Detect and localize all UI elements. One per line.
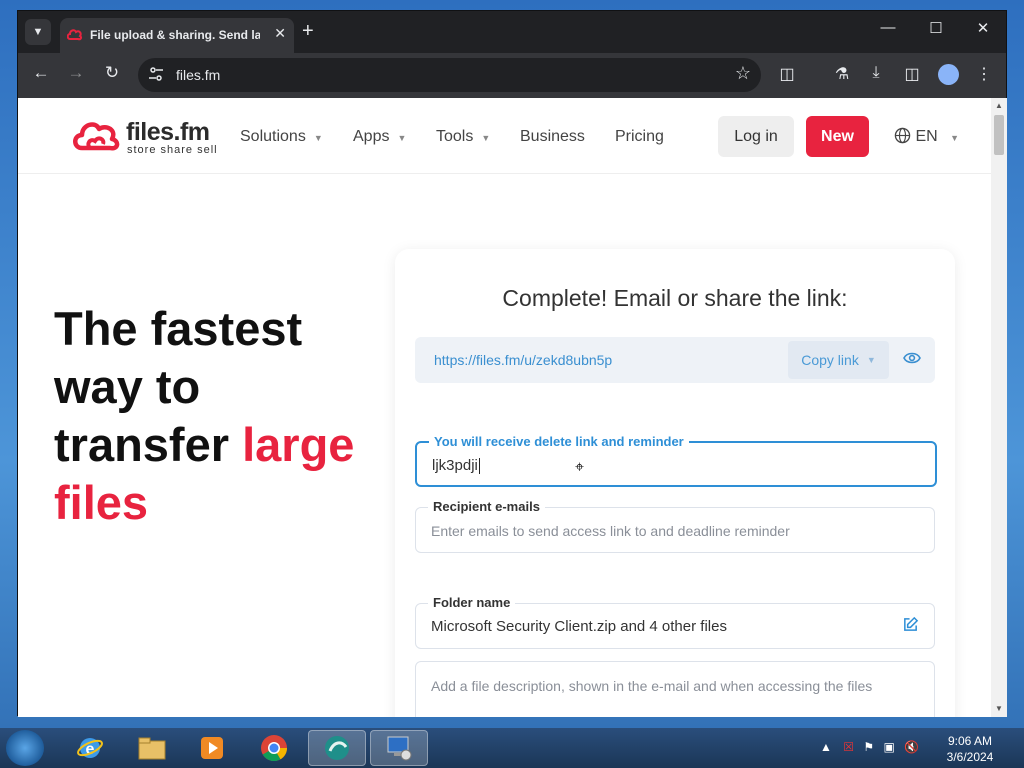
clock-time: 9:06 AM xyxy=(947,734,993,748)
address-bar[interactable]: files.fm ☆ xyxy=(138,58,761,92)
recipient-emails-label: Recipient e-mails xyxy=(428,499,545,514)
url-text[interactable]: files.fm xyxy=(176,67,220,83)
browser-window: ▼ File upload & sharing. Send large file… xyxy=(17,10,1007,717)
login-button[interactable]: Log in xyxy=(718,116,794,157)
logo-text[interactable]: files.fm xyxy=(126,118,210,147)
taskbar: e ▲ ☒ ⚑ ▣ 🔇 9:06 AM 3/6/2024 xyxy=(0,728,1024,768)
page-scrollbar[interactable]: ▲ ▼ xyxy=(991,98,1007,717)
side-panel-icon[interactable]: ◫ xyxy=(900,64,924,84)
chevron-down-icon: ▼ xyxy=(397,133,407,143)
description-placeholder: Add a file description, shown in the e-m… xyxy=(431,678,873,694)
maximize-button[interactable]: ☐ xyxy=(921,19,951,37)
tab-title: File upload & sharing. Send large files xyxy=(90,28,260,42)
language-label: EN xyxy=(915,128,938,145)
downloads-icon[interactable]: ⤓ xyxy=(864,64,888,82)
owner-email-label: You will receive delete link and reminde… xyxy=(429,434,689,449)
nav-apps-label: Apps xyxy=(353,128,390,145)
scroll-up-arrow-icon[interactable]: ▲ xyxy=(994,101,1004,110)
file-explorer-icon[interactable] xyxy=(126,730,178,766)
active-app-icon[interactable] xyxy=(308,730,366,766)
recipient-emails-field[interactable]: Recipient e-mails Enter emails to send a… xyxy=(415,499,935,553)
internet-explorer-icon[interactable]: e xyxy=(64,730,116,766)
card-title: Complete! Email or share the link: xyxy=(502,285,848,311)
logo-tagline: store share sell xyxy=(127,144,218,156)
nav-tools[interactable]: Tools ▼ xyxy=(436,128,490,146)
description-field[interactable]: Add a file description, shown in the e-m… xyxy=(415,661,935,717)
media-player-icon[interactable] xyxy=(186,730,238,766)
forward-button[interactable]: → xyxy=(63,63,89,83)
owner-email-field[interactable]: You will receive delete link and reminde… xyxy=(415,434,937,487)
bookmark-star-icon[interactable]: ☆ xyxy=(735,63,751,84)
profile-avatar[interactable] xyxy=(938,64,959,85)
hero-accent: files xyxy=(54,476,149,529)
folder-name-label: Folder name xyxy=(428,595,516,610)
hero-line: transfer large xyxy=(54,416,384,474)
start-button[interactable] xyxy=(6,730,44,766)
share-link[interactable]: https://files.fm/u/zekd8ubn5p xyxy=(434,352,612,368)
scroll-thumb[interactable] xyxy=(994,115,1004,155)
upload-complete-card: Complete! Email or share the link: https… xyxy=(395,249,955,717)
back-button[interactable]: ← xyxy=(28,63,54,83)
new-button[interactable]: New xyxy=(806,116,869,157)
browser-toolbar: ← → ↻ files.fm ☆ ◫ ⚗ ⤓ ◫ ⋮ xyxy=(18,53,1006,98)
browser-tab[interactable]: File upload & sharing. Send large files … xyxy=(60,18,294,53)
mouse-ibeam-cursor-icon: ⌖ xyxy=(575,459,585,476)
copy-link-label: Copy link xyxy=(801,352,859,368)
chevron-down-icon: ▼ xyxy=(481,133,491,143)
reload-button[interactable]: ↻ xyxy=(99,63,125,83)
language-selector[interactable]: EN ▼ xyxy=(894,127,959,146)
minimize-button[interactable]: — xyxy=(873,19,903,36)
security-alert-icon[interactable]: ☒ xyxy=(843,740,854,754)
page-viewport: files.fm store share sell Solutions ▼ App… xyxy=(18,98,991,717)
new-tab-button[interactable]: + xyxy=(302,20,314,42)
menu-dots-icon[interactable]: ⋮ xyxy=(972,64,996,84)
tab-search-button[interactable]: ▼ xyxy=(25,19,51,45)
owner-email-input[interactable]: ljk3pdji xyxy=(432,457,480,475)
globe-icon xyxy=(894,127,915,145)
tab-close-icon[interactable]: ✕ xyxy=(274,25,286,42)
files-fm-favicon-icon xyxy=(66,28,83,47)
tray-expand-icon[interactable]: ▲ xyxy=(820,740,832,754)
action-center-flag-icon[interactable]: ⚑ xyxy=(863,740,874,754)
nav-business[interactable]: Business xyxy=(520,128,585,146)
nav-solutions-label: Solutions xyxy=(240,128,306,145)
nav-tools-label: Tools xyxy=(436,128,474,145)
hero-heading: The fastest way to transfer large files xyxy=(54,300,384,532)
copy-link-button[interactable]: Copy link ▼ xyxy=(788,341,889,379)
volume-muted-icon[interactable]: 🔇 xyxy=(904,740,919,754)
eye-icon[interactable] xyxy=(903,351,921,370)
network-icon[interactable]: ▣ xyxy=(883,740,894,754)
chrome-icon[interactable] xyxy=(248,730,300,766)
chevron-down-icon: ▼ xyxy=(866,355,876,365)
system-tray: ▲ ☒ ⚑ ▣ 🔇 xyxy=(820,740,919,754)
clock[interactable]: 9:06 AM 3/6/2024 xyxy=(940,733,1000,765)
remote-desktop-icon[interactable] xyxy=(370,730,428,766)
tab-bar: ▼ File upload & sharing. Send large file… xyxy=(18,11,1006,53)
share-link-box: https://files.fm/u/zekd8ubn5p Copy link … xyxy=(415,337,935,383)
site-header: files.fm store share sell Solutions ▼ App… xyxy=(18,98,991,174)
nav-pricing[interactable]: Pricing xyxy=(615,128,664,146)
hero-text: transfer xyxy=(54,418,230,471)
chevron-down-icon: ▼ xyxy=(950,133,960,143)
site-info-icon[interactable] xyxy=(148,66,164,87)
folder-name-field[interactable]: Folder name Microsoft Security Client.zi… xyxy=(415,595,935,649)
close-window-button[interactable]: ✕ xyxy=(968,19,998,37)
recipient-emails-placeholder: Enter emails to send access link to and … xyxy=(431,523,790,539)
hero-line: way to xyxy=(54,360,201,413)
folder-name-value[interactable]: Microsoft Security Client.zip and 4 othe… xyxy=(431,618,727,635)
scroll-down-arrow-icon[interactable]: ▼ xyxy=(994,704,1004,713)
chevron-down-icon: ▼ xyxy=(313,133,323,143)
labs-flask-icon[interactable]: ⚗ xyxy=(830,64,854,84)
nav-solutions[interactable]: Solutions ▼ xyxy=(240,128,323,146)
clock-date: 3/6/2024 xyxy=(946,750,994,764)
hero-accent: large xyxy=(242,418,355,471)
nav-apps[interactable]: Apps ▼ xyxy=(353,128,406,146)
hero-line: The fastest xyxy=(54,302,303,355)
owner-email-value: ljk3pdji xyxy=(432,457,478,474)
extensions-icon[interactable]: ◫ xyxy=(775,64,799,84)
text-caret xyxy=(478,458,480,475)
files-fm-logo-icon[interactable] xyxy=(72,118,122,159)
edit-icon[interactable] xyxy=(902,616,919,638)
